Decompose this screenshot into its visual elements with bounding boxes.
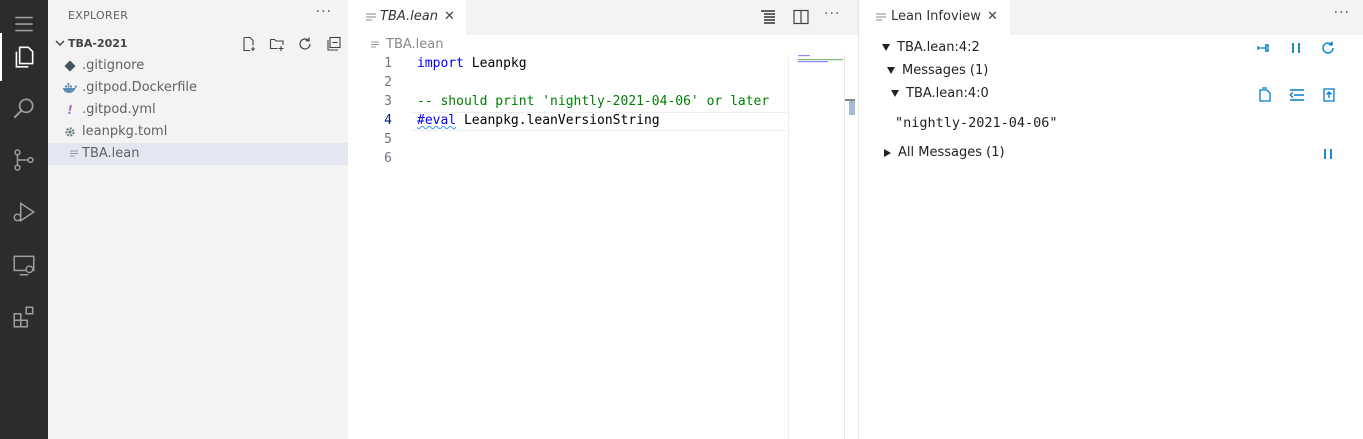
folder-header[interactable]: TBA-2021 (48, 33, 348, 55)
goal-location: TBA.lean:4:2 (897, 40, 980, 55)
text-file-icon (366, 13, 376, 21)
pause-icon[interactable] (1319, 145, 1337, 163)
split-editor-icon[interactable] (792, 8, 810, 26)
triangle-down-icon (891, 90, 899, 97)
file-label: leanpkg.toml (82, 124, 168, 139)
text-file-icon (371, 41, 379, 47)
remote-explorer-icon[interactable] (0, 241, 48, 289)
infoview-more-button[interactable]: ··· (1334, 5, 1350, 21)
new-file-icon[interactable] (241, 36, 257, 52)
triangle-down-icon (882, 44, 890, 51)
code-text: Leanpkg (463, 56, 527, 71)
scroll-thumb[interactable] (849, 101, 855, 115)
file-item-gitignore[interactable]: .gitignore (48, 55, 348, 77)
reveal-icon[interactable] (1288, 86, 1306, 104)
pause-icon[interactable] (1287, 39, 1305, 57)
gear-icon (62, 124, 78, 140)
breadcrumb[interactable]: TBA.lean (370, 37, 443, 52)
file-label: TBA.lean (82, 146, 140, 161)
line-number: 2 (384, 75, 392, 90)
line-number: 3 (384, 94, 392, 109)
vscode-window: EXPLORER ··· TBA-2021 .gitignore .gitpod… (0, 0, 1363, 439)
refresh-icon[interactable] (1319, 39, 1337, 57)
editor-tab-bar: TBA.lean ✕ ··· (348, 0, 858, 35)
text-file-icon (876, 13, 886, 21)
lean-infoview-panel: Lean Infoview ✕ ··· TBA.lean:4:2 Message… (858, 0, 1363, 439)
chevron-down-icon (55, 40, 65, 46)
messages-label: Messages (1) (902, 63, 989, 78)
goal-section-header[interactable]: TBA.lean:4:2 (882, 40, 980, 55)
refresh-icon[interactable] (297, 36, 313, 52)
editor-more-button[interactable]: ··· (824, 6, 840, 22)
minimap[interactable] (788, 55, 843, 439)
search-icon[interactable] (0, 84, 48, 132)
text-file-icon (66, 146, 82, 162)
file-label: .gitignore (82, 58, 145, 73)
sidebar-more-button[interactable]: ··· (316, 4, 332, 20)
line-number: 1 (384, 56, 392, 71)
message-content: "nightly-2021-04-06" (895, 115, 1058, 131)
code-keyword: import (417, 56, 464, 71)
collapse-all-icon[interactable] (326, 36, 342, 52)
close-icon[interactable]: ✕ (444, 9, 455, 24)
new-folder-icon[interactable] (269, 36, 285, 52)
minimap-preview (798, 55, 843, 63)
code-line-1[interactable]: import Leanpkg (417, 56, 527, 71)
sidebar-title: EXPLORER (68, 9, 129, 22)
docker-icon (62, 80, 78, 96)
copy-to-clipboard-icon[interactable] (1320, 86, 1338, 104)
file-label: .gitpod.Dockerfile (82, 80, 198, 95)
pin-icon[interactable] (1255, 39, 1273, 57)
file-item-tba-lean[interactable]: TBA.lean (48, 143, 348, 165)
extensions-icon[interactable] (0, 293, 48, 341)
code-text: Leanpkg.leanVersionString (456, 113, 660, 128)
infoview-toggle-icon[interactable] (759, 8, 777, 26)
tab-label: TBA.lean (380, 9, 438, 24)
gitignore-icon (62, 58, 78, 74)
message-location: TBA.lean:4:0 (906, 86, 989, 101)
tab-lean-infoview[interactable]: Lean Infoview ✕ (859, 0, 1010, 35)
explorer-icon[interactable] (0, 33, 48, 81)
file-item-leanpkg-toml[interactable]: leanpkg.toml (48, 121, 348, 143)
yaml-icon: ! (67, 103, 73, 117)
line-number: 4 (384, 113, 392, 128)
code-keyword: #eval (417, 113, 457, 128)
copy-to-comment-icon[interactable] (1256, 86, 1274, 104)
infoview-tab-bar: Lean Infoview ✕ ··· (859, 0, 1363, 35)
messages-section-header[interactable]: Messages (1) (887, 63, 988, 78)
source-control-icon[interactable] (0, 136, 48, 184)
line-number: 5 (384, 132, 392, 147)
run-debug-icon[interactable] (0, 188, 48, 236)
vertical-scrollbar[interactable] (844, 55, 858, 439)
code-line-3[interactable]: -- should print 'nightly-2021-04-06' or … (417, 94, 769, 109)
triangle-down-icon (887, 67, 895, 74)
folder-name: TBA-2021 (68, 37, 128, 50)
code-line-4[interactable]: #eval Leanpkg.leanVersionString (417, 113, 660, 128)
explorer-sidebar: EXPLORER ··· TBA-2021 .gitignore .gitpod… (48, 0, 348, 439)
close-icon[interactable]: ✕ (987, 9, 998, 24)
editor-group: TBA.lean ✕ ··· TBA.lean 1 2 3 4 5 6 impo… (348, 0, 858, 439)
all-messages-label: All Messages (1) (898, 145, 1005, 160)
file-item-gitpod-yml[interactable]: ! .gitpod.yml (48, 99, 348, 121)
line-number: 6 (384, 151, 392, 166)
tab-tba-lean[interactable]: TBA.lean ✕ (348, 0, 466, 35)
activity-bar (0, 0, 48, 439)
triangle-right-icon (884, 148, 891, 157)
file-label: .gitpod.yml (82, 102, 156, 117)
all-messages-header[interactable]: All Messages (1) (884, 145, 1005, 160)
tab-label: Lean Infoview (891, 9, 981, 24)
message-header[interactable]: TBA.lean:4:0 (891, 86, 989, 101)
file-item-dockerfile[interactable]: .gitpod.Dockerfile (48, 77, 348, 99)
breadcrumb-label: TBA.lean (386, 37, 444, 52)
